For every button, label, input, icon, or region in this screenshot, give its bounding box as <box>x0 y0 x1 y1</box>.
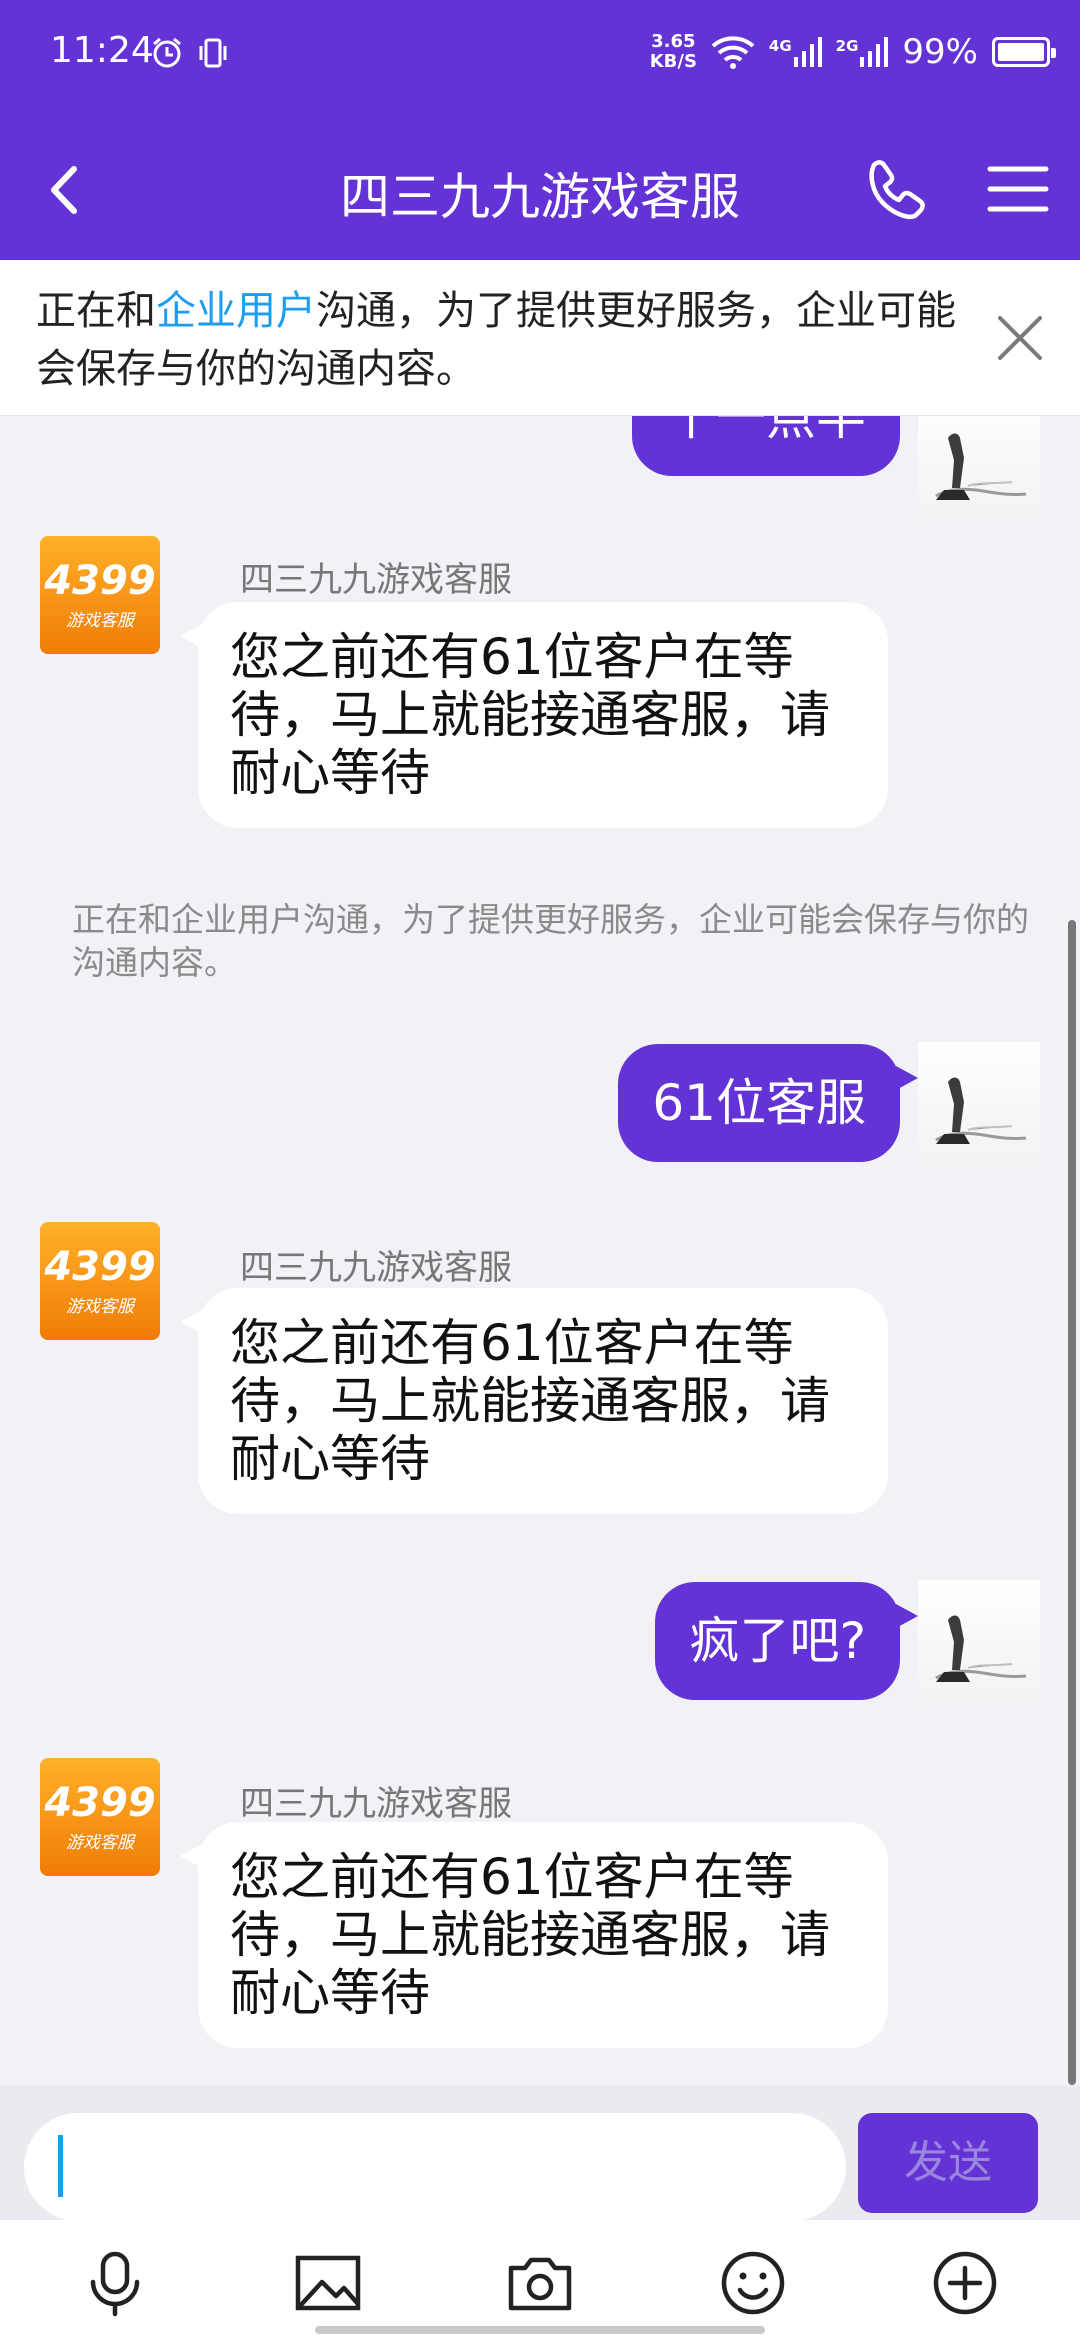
avatar[interactable]: 4399 游戏客服 <box>40 1222 160 1340</box>
image-icon[interactable] <box>293 2248 363 2318</box>
net-speed: 3.65 KB/S <box>650 32 697 72</box>
avatar-logo-number: 4399 <box>44 1780 156 1826</box>
message-bubble-outgoing[interactable]: 61位客服 <box>618 1044 918 1162</box>
signal-4g-label: 4G <box>768 37 792 55</box>
avatar-logo-subtitle: 游戏客服 <box>66 1833 134 1853</box>
notice-text-before: 正在和 <box>36 288 156 334</box>
notice-link[interactable]: 企业用户 <box>156 288 316 334</box>
notice-text: 正在和企业用户沟通，为了提供更好服务，企业可能会保存与你的沟通内容。 <box>36 282 986 398</box>
chat-area[interactable]: 十一点半 4399 游戏客服 四三九九游戏客服 您之前还有61位客户在等待，马上… <box>0 260 1080 2085</box>
avatar[interactable] <box>918 398 1040 520</box>
avatar-logo-number: 4399 <box>44 1244 156 1290</box>
composer: 发送 <box>0 2085 1080 2221</box>
message-text: 疯了吧? <box>689 1612 866 1670</box>
system-message: 正在和企业用户沟通，为了提供更好服务，企业可能会保存与你的沟通内容。 <box>72 900 1029 982</box>
avatar[interactable] <box>918 1580 1040 1702</box>
home-indicator[interactable] <box>315 2326 765 2334</box>
status-time: 11:24 <box>50 30 154 71</box>
message-text: 您之前还有61位客户在等待，马上就能接通客服，请耐心等待 <box>230 1848 830 2022</box>
avatar[interactable] <box>918 1042 1040 1164</box>
battery-fill <box>998 43 1044 61</box>
signal-bars-icon <box>793 37 822 67</box>
text-caret <box>58 2135 63 2197</box>
sender-name: 四三九九游戏客服 <box>240 1784 512 1824</box>
nav-bar: 四三九九游戏客服 <box>0 115 1080 260</box>
status-bar: 11:24 3.65 KB/S 4G 2G 99% <box>0 0 1080 115</box>
avatar-ink-figure <box>935 433 1027 500</box>
alarm-icon <box>153 37 181 68</box>
message-bubble-incoming[interactable]: 您之前还有61位客户在等待，马上就能接通客服，请耐心等待 <box>180 602 888 828</box>
close-icon[interactable] <box>990 308 1050 368</box>
battery-percent: 99% <box>902 32 978 72</box>
signal-2g-label: 2G <box>835 37 859 55</box>
phone-icon[interactable] <box>860 155 930 225</box>
status-left-icons <box>150 36 230 70</box>
signal-bars-icon <box>860 37 889 67</box>
chat-scrollbar[interactable] <box>1068 920 1076 2085</box>
signal-2g: 2G <box>836 37 889 67</box>
microphone-icon[interactable] <box>80 2248 150 2318</box>
avatar-ink-figure <box>935 1077 1027 1144</box>
bottom-toolbar <box>0 2220 1080 2340</box>
sender-name: 四三九九游戏客服 <box>240 560 512 600</box>
vibrate-icon <box>199 38 227 68</box>
sender-name: 四三九九游戏客服 <box>240 1248 512 1288</box>
avatar-ink-figure <box>935 1615 1027 1682</box>
wifi-icon <box>711 36 755 69</box>
message-text: 61位客服 <box>652 1074 866 1132</box>
message-bubble-incoming[interactable]: 您之前还有61位客户在等待，马上就能接通客服，请耐心等待 <box>180 1822 888 2048</box>
plus-icon[interactable] <box>930 2248 1000 2318</box>
message-bubble-outgoing[interactable]: 疯了吧? <box>655 1582 918 1700</box>
battery-icon <box>992 37 1056 67</box>
notice-banner: 正在和企业用户沟通，为了提供更好服务，企业可能会保存与你的沟通内容。 <box>0 260 1080 416</box>
menu-icon[interactable] <box>986 159 1050 219</box>
avatar[interactable]: 4399 游戏客服 <box>40 536 160 654</box>
status-right: 3.65 KB/S 4G 2G 99% <box>650 32 1056 72</box>
net-speed-unit: KB/S <box>649 51 697 72</box>
message-text: 您之前还有61位客户在等待，马上就能接通客服，请耐心等待 <box>230 1314 830 1488</box>
message-text: 您之前还有61位客户在等待，马上就能接通客服，请耐心等待 <box>230 628 830 802</box>
emoji-icon[interactable] <box>718 2248 788 2318</box>
avatar[interactable]: 4399 游戏客服 <box>40 1758 160 1876</box>
camera-icon[interactable] <box>505 2248 575 2318</box>
message-input[interactable] <box>24 2113 846 2221</box>
message-bubble-incoming[interactable]: 您之前还有61位客户在等待，马上就能接通客服，请耐心等待 <box>180 1288 888 1514</box>
avatar-logo-number: 4399 <box>44 558 156 604</box>
send-button[interactable]: 发送 <box>858 2113 1038 2213</box>
avatar-logo-subtitle: 游戏客服 <box>66 1297 134 1317</box>
signal-4g: 4G <box>769 37 822 67</box>
avatar-logo-subtitle: 游戏客服 <box>66 611 134 631</box>
net-speed-value: 3.65 <box>651 31 696 52</box>
